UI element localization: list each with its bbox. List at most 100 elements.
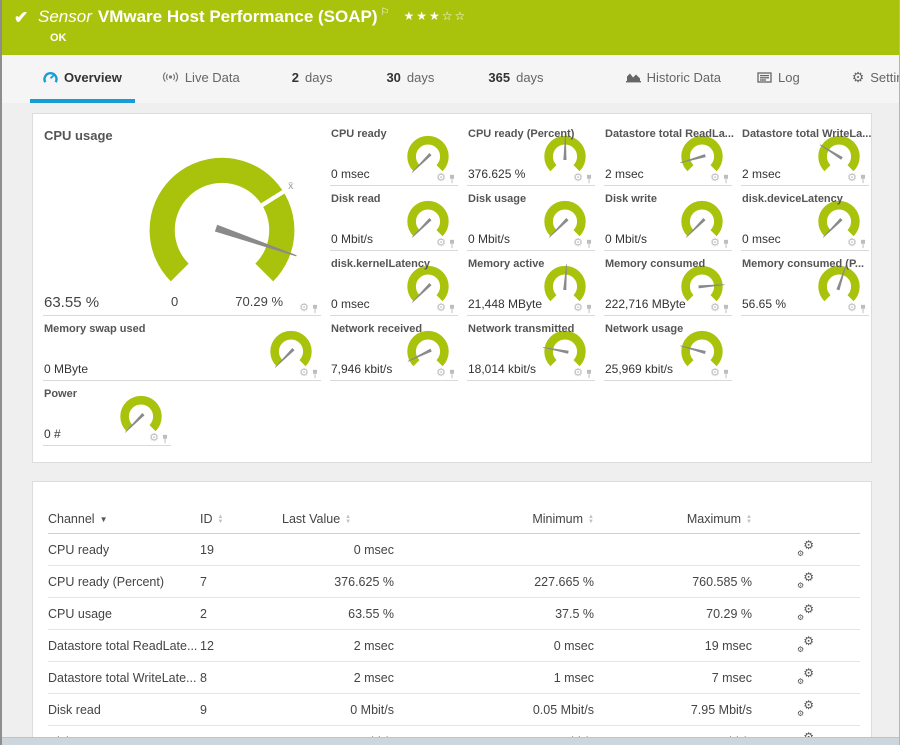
- gear-icon[interactable]: ⚙: [436, 303, 446, 314]
- gauge-tile-power[interactable]: Power 0 # ⚙: [43, 384, 171, 446]
- channel-settings-icon[interactable]: ⚙⚙: [798, 669, 814, 683]
- gauge-tile-disk-write[interactable]: Disk write 0 Mbit/s ⚙: [604, 189, 732, 251]
- gauge-tile-disk-read[interactable]: Disk read 0 Mbit/s ⚙: [330, 189, 458, 251]
- gauge-tile-network-received[interactable]: Network received 7,946 kbit/s ⚙: [330, 319, 458, 381]
- column-header-minimum[interactable]: Minimum▲▼: [412, 506, 612, 534]
- channel-name[interactable]: Disk read: [48, 694, 200, 726]
- pin-icon[interactable]: [585, 369, 593, 379]
- gauge-tile-disk-device-latency[interactable]: disk.deviceLatency 0 msec ⚙: [741, 189, 869, 251]
- pin-icon[interactable]: [585, 304, 593, 314]
- gear-icon[interactable]: ⚙: [573, 303, 583, 314]
- pin-icon[interactable]: [311, 304, 319, 314]
- pin-icon[interactable]: [722, 369, 730, 379]
- gauge-tile-datastore-write-latency[interactable]: Datastore total WriteLa... 2 msec ⚙: [741, 124, 869, 186]
- tab-2-days[interactable]: 2days: [279, 55, 346, 103]
- gear-icon[interactable]: ⚙: [710, 238, 720, 249]
- gear-icon[interactable]: ⚙: [710, 368, 720, 379]
- gear-icon[interactable]: ⚙: [299, 303, 309, 314]
- pin-icon[interactable]: [448, 369, 456, 379]
- gauge-tile-network-usage[interactable]: Network usage 25,969 kbit/s ⚙: [604, 319, 732, 381]
- channel-name[interactable]: CPU ready: [48, 534, 200, 566]
- sort-desc-icon: ▼: [100, 515, 108, 524]
- channel-settings-icon[interactable]: ⚙⚙: [798, 541, 814, 555]
- table-row[interactable]: Datastore total ReadLate... 12 2 msec 0 …: [48, 630, 860, 662]
- gauge-tile-memory-consumed-percent[interactable]: Memory consumed (P... 56.65 % ⚙: [741, 254, 869, 316]
- gear-icon[interactable]: ⚙: [710, 303, 720, 314]
- channel-last: 376.625 %: [282, 566, 412, 598]
- gauge-tile-cpu-ready[interactable]: CPU ready 0 msec ⚙: [330, 124, 458, 186]
- table-row[interactable]: CPU ready (Percent) 7 376.625 % 227.665 …: [48, 566, 860, 598]
- pin-icon[interactable]: [859, 304, 867, 314]
- pin-icon[interactable]: [722, 239, 730, 249]
- gauge-tile-network-transmitted[interactable]: Network transmitted 18,014 kbit/s ⚙: [467, 319, 595, 381]
- gear-icon[interactable]: ⚙: [847, 173, 857, 184]
- gear-icon[interactable]: ⚙: [847, 303, 857, 314]
- channel-max: 7.95 Mbit/s: [612, 694, 770, 726]
- tab-log[interactable]: Log: [744, 55, 813, 103]
- channel-name[interactable]: Datastore total WriteLate...: [48, 662, 200, 694]
- gear-icon[interactable]: ⚙: [436, 368, 446, 379]
- flag-icon[interactable]: ⚐: [381, 7, 390, 18]
- pin-icon[interactable]: [311, 369, 319, 379]
- channel-settings-icon[interactable]: ⚙⚙: [798, 701, 814, 715]
- pin-icon[interactable]: [859, 174, 867, 184]
- tab-30-days[interactable]: 30days: [373, 55, 447, 103]
- tab-365-days[interactable]: 365days: [475, 55, 556, 103]
- table-row[interactable]: Disk read 9 0 Mbit/s 0.05 Mbit/s 7.95 Mb…: [48, 694, 860, 726]
- gear-icon[interactable]: ⚙: [299, 368, 309, 379]
- gauge-tile-cpu-ready-percent[interactable]: CPU ready (Percent) 376.625 % ⚙: [467, 124, 595, 186]
- column-header-last-value[interactable]: Last Value▲▼: [282, 506, 412, 534]
- channel-id: 7: [200, 566, 282, 598]
- channel-last-value: 0 msec: [331, 167, 370, 181]
- channel-name[interactable]: CPU usage: [48, 598, 200, 630]
- table-row[interactable]: CPU ready 19 0 msec ⚙⚙: [48, 534, 860, 566]
- gear-icon[interactable]: ⚙: [436, 238, 446, 249]
- gauge-tile-memory-active[interactable]: Memory active 21,448 MByte ⚙: [467, 254, 595, 316]
- gauge-tile-disk-usage[interactable]: Disk usage 0 Mbit/s ⚙: [467, 189, 595, 251]
- channel-settings-icon[interactable]: ⚙⚙: [798, 637, 814, 651]
- channel-settings-icon[interactable]: ⚙⚙: [798, 573, 814, 587]
- gauge: [676, 194, 728, 244]
- sort-icon: ▲▼: [218, 515, 224, 525]
- pin-icon[interactable]: [585, 174, 593, 184]
- channel-title: Network usage: [605, 323, 683, 335]
- channel-name[interactable]: CPU ready (Percent): [48, 566, 200, 598]
- gear-icon[interactable]: ⚙: [436, 173, 446, 184]
- table-row[interactable]: CPU usage 2 63.55 % 37.5 % 70.29 % ⚙⚙: [48, 598, 860, 630]
- channel-min: 227.665 %: [412, 566, 612, 598]
- table-row[interactable]: Datastore total WriteLate... 8 2 msec 1 …: [48, 662, 860, 694]
- channel-name[interactable]: Datastore total ReadLate...: [48, 630, 200, 662]
- tab-settings[interactable]: ⚙ Settings: [839, 55, 900, 103]
- channel-last-value: 0 msec: [742, 232, 781, 246]
- gauge-tile-datastore-read-latency[interactable]: Datastore total ReadLa... 2 msec ⚙: [604, 124, 732, 186]
- gear-icon[interactable]: ⚙: [573, 238, 583, 249]
- gauge-icon: [43, 71, 58, 84]
- tab-historic-data[interactable]: Historic Data: [613, 55, 734, 103]
- column-header-id[interactable]: ID▲▼: [200, 506, 282, 534]
- pin-icon[interactable]: [722, 304, 730, 314]
- gear-icon[interactable]: ⚙: [573, 173, 583, 184]
- pin-icon[interactable]: [859, 239, 867, 249]
- priority-stars[interactable]: ★★★☆☆: [403, 9, 467, 23]
- channel-settings-icon[interactable]: ⚙⚙: [798, 605, 814, 619]
- pin-icon[interactable]: [448, 239, 456, 249]
- gauge-tile-cpu-usage[interactable]: CPU usage x̄ 63.55 % 0 70.29 % ⚙: [43, 124, 321, 316]
- pin-icon[interactable]: [448, 304, 456, 314]
- pin-icon[interactable]: [585, 239, 593, 249]
- gear-icon[interactable]: ⚙: [710, 173, 720, 184]
- pin-icon[interactable]: [722, 174, 730, 184]
- tab-overview[interactable]: Overview: [30, 55, 135, 103]
- gauge-tile-memory-swap-used[interactable]: Memory swap used 0 MByte ⚙: [43, 319, 321, 381]
- gear-icon[interactable]: ⚙: [149, 433, 159, 444]
- gear-icon[interactable]: ⚙: [847, 238, 857, 249]
- column-header-maximum[interactable]: Maximum▲▼: [612, 506, 770, 534]
- gauge-tile-memory-consumed[interactable]: Memory consumed 222,716 MByte ⚙: [604, 254, 732, 316]
- pin-icon[interactable]: [161, 434, 169, 444]
- gauge-tile-disk-kernel-latency[interactable]: disk.kernelLatency 0 msec ⚙: [330, 254, 458, 316]
- channel-last-value: 2 msec: [605, 167, 644, 181]
- pin-icon[interactable]: [448, 174, 456, 184]
- tab-live-data[interactable]: Live Data: [149, 55, 253, 103]
- gauge: [402, 129, 454, 179]
- gear-icon[interactable]: ⚙: [573, 368, 583, 379]
- column-header-channel[interactable]: Channel▼: [48, 506, 200, 534]
